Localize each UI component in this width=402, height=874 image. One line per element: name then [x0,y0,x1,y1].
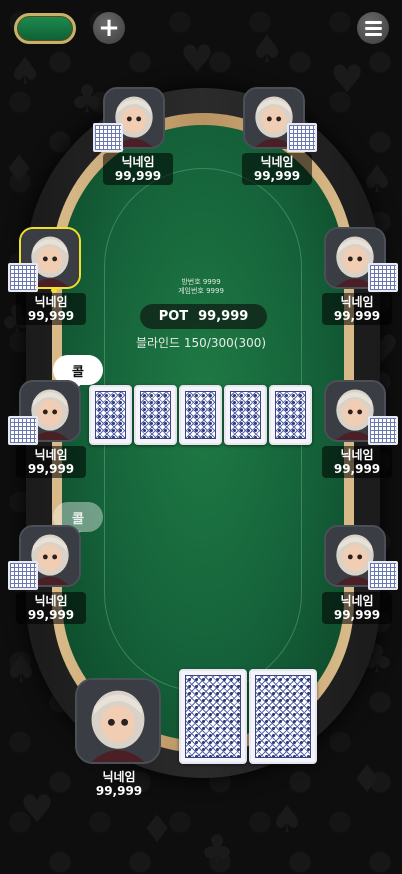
player-hand-card [8,561,38,590]
player-name: 닉네임 [340,295,374,309]
player-name: 닉네임 [340,594,374,608]
player-info: 닉네임 99,999 [103,153,173,185]
player-name: 닉네임 [121,155,155,169]
chip-pill-button[interactable] [14,13,76,44]
community-card [89,385,132,445]
player-info: 닉네임 99,999 [322,592,392,624]
player-chips: 99,999 [333,608,381,622]
player-hand-card [93,123,123,152]
player-chips: 99,999 [114,169,162,183]
player-hand-card [287,123,317,152]
player-chips: 99,999 [333,309,381,323]
action-text: 콜 [72,511,84,527]
player-chips: 99,999 [333,462,381,476]
action-text: 콜 [72,364,84,380]
community-card [224,385,267,445]
player-name: 닉네임 [34,448,68,462]
player-name: 닉네임 [340,448,374,462]
community-card [269,385,312,445]
self-info: 닉네임 99,999 [74,770,164,798]
player-info: 닉네임 99,999 [16,592,86,624]
player-name: 닉네임 [34,594,68,608]
plus-icon: + [98,13,120,43]
player-info: 닉네임 99,999 [322,293,392,325]
add-button[interactable]: + [93,12,125,44]
blinds-info: 블라인드 150/300(300) [135,336,267,350]
community-card [179,385,222,445]
pot-display: POT 99,999 [140,304,267,329]
player-chips: 99,999 [27,309,75,323]
player-chips: 99,999 [27,608,75,622]
self-name: 닉네임 [102,770,136,784]
player-hand-card [8,263,38,292]
player-hand-card [368,561,398,590]
player-info: 닉네임 99,999 [242,153,312,185]
player-hand-card [368,416,398,445]
player-hand-card [368,263,398,292]
player-info: 닉네임 99,999 [16,446,86,478]
player-info: 닉네임 99,999 [322,446,392,478]
player-name: 닉네임 [260,155,294,169]
self-avatar[interactable] [75,678,161,764]
menu-button[interactable] [357,12,389,44]
pot-value: 99,999 [198,309,249,324]
player-info: 닉네임 99,999 [16,293,86,325]
community-card [134,385,177,445]
self-hole-card[interactable] [249,669,317,764]
hamburger-icon [364,20,382,24]
player-name: 닉네임 [34,295,68,309]
self-hole-card[interactable] [179,669,247,764]
player-hand-card [8,416,38,445]
player-chips: 99,999 [253,169,301,183]
pot-label: POT [158,309,189,324]
self-chips: 99,999 [95,784,143,798]
player-chips: 99,999 [27,462,75,476]
